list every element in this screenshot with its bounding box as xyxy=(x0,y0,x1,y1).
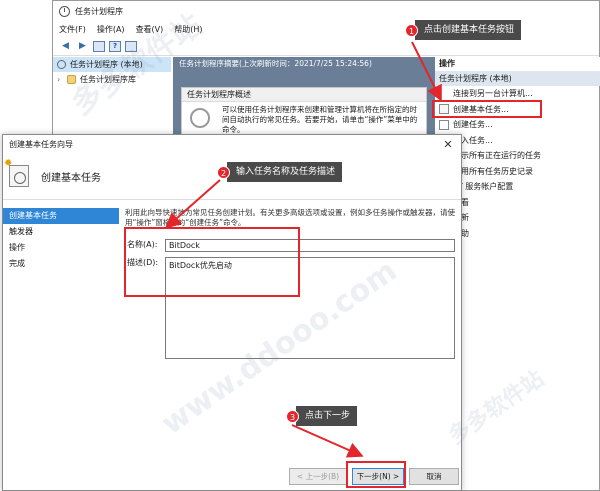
callout-number: 1 xyxy=(405,23,418,37)
callout-1: 1 点击创建基本任务按钮 xyxy=(405,20,522,40)
arrow-to-next-button xyxy=(291,424,364,458)
callout-number: 2 xyxy=(217,165,230,179)
callout-text: 点击下一步 xyxy=(296,406,358,426)
callout-2: 2 输入任务名称及任务描述 xyxy=(217,162,343,182)
callout-text: 输入任务名称及任务描述 xyxy=(227,162,343,182)
callout-3: 3 点击下一步 xyxy=(286,406,358,426)
callout-number: 3 xyxy=(286,409,299,423)
arrow-to-create-basic-task xyxy=(411,41,442,102)
callout-text: 点击创建基本任务按钮 xyxy=(415,20,522,40)
arrow-to-name-fields xyxy=(165,179,221,229)
